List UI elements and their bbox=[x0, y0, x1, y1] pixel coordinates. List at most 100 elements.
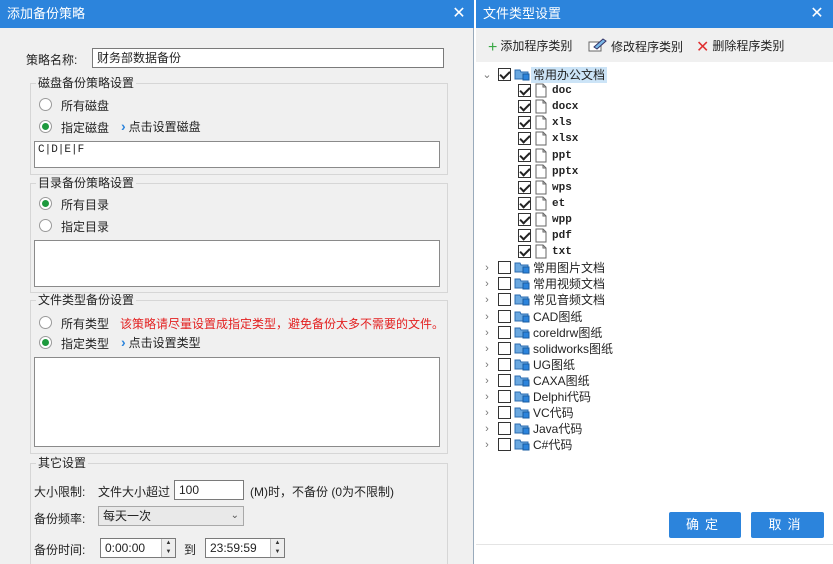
chevron-right-icon[interactable]: › bbox=[482, 358, 492, 372]
delete-category-button[interactable]: ✕ 删除程序类别 bbox=[696, 37, 784, 56]
specified-disks-radio[interactable] bbox=[39, 120, 52, 133]
ok-button[interactable]: 确定 bbox=[669, 512, 741, 538]
chevron-right-icon[interactable]: › bbox=[482, 261, 492, 275]
tree-node-label[interactable]: pptx bbox=[552, 164, 578, 180]
chevron-right-icon[interactable]: › bbox=[482, 406, 492, 420]
set-disks-link[interactable]: › 点击设置磁盘 bbox=[121, 118, 201, 135]
tree-node-label[interactable]: xlsx bbox=[552, 131, 578, 147]
tree-checkbox[interactable] bbox=[498, 309, 511, 323]
tree-node-label[interactable]: Delphi代码 bbox=[533, 389, 591, 405]
tree-checkbox[interactable] bbox=[498, 438, 511, 452]
tree-node-label[interactable]: pdf bbox=[552, 228, 572, 244]
tree-node-label[interactable]: xls bbox=[552, 115, 572, 131]
specified-dirs-radio[interactable] bbox=[39, 219, 52, 232]
tree-checkbox[interactable] bbox=[498, 390, 511, 403]
tree-checkbox[interactable] bbox=[518, 212, 531, 226]
all-types-radio[interactable] bbox=[39, 316, 52, 329]
tree-node-label[interactable]: txt bbox=[552, 244, 572, 260]
tree-node-child: xlsx bbox=[476, 131, 833, 147]
time-end-spinner[interactable]: ▲ ▼ bbox=[270, 539, 284, 557]
tree-node-label[interactable]: C#代码 bbox=[533, 437, 572, 453]
chevron-right-icon[interactable]: › bbox=[482, 293, 492, 307]
chevron-right-icon[interactable]: › bbox=[482, 390, 492, 404]
spin-down-icon[interactable]: ▼ bbox=[162, 548, 175, 557]
spin-up-icon[interactable]: ▲ bbox=[162, 539, 175, 548]
dir-list-field[interactable] bbox=[34, 240, 440, 287]
backup-frequency-select[interactable]: 每天一次 ⌄ bbox=[98, 506, 244, 526]
category-icon bbox=[514, 325, 530, 340]
chevron-right-icon[interactable]: › bbox=[482, 342, 492, 356]
tree-node-label[interactable]: 常见音频文档 bbox=[533, 292, 605, 308]
chevron-right-icon[interactable]: › bbox=[482, 310, 492, 324]
size-limit-prefix: 文件大小超过 bbox=[98, 485, 171, 499]
dir-group-title: 目录备份策略设置 bbox=[36, 176, 137, 191]
tree-node-label[interactable]: wpp bbox=[552, 212, 572, 228]
tree-checkbox[interactable] bbox=[498, 422, 511, 436]
tree-checkbox[interactable] bbox=[498, 68, 511, 81]
tree-checkbox[interactable] bbox=[498, 406, 511, 420]
tree-node-label[interactable]: 常用图片文档 bbox=[533, 260, 605, 276]
chevron-right-icon[interactable]: › bbox=[482, 374, 492, 388]
tree-node-label[interactable]: CAD图纸 bbox=[533, 309, 582, 325]
tree-checkbox[interactable] bbox=[518, 196, 531, 210]
tree-node-label[interactable]: Java代码 bbox=[533, 421, 582, 437]
file-type-settings-dialog: 文件类型设置 ✕ + 添加程序类别 修改程序类别 ✕ 删除程序类别 ⌄ 常用办公文档 d… bbox=[476, 0, 833, 564]
chevron-down-icon[interactable]: ⌄ bbox=[482, 68, 492, 82]
edit-category-label: 修改程序类别 bbox=[611, 40, 684, 54]
dialog-title: 添加备份策略 bbox=[0, 0, 474, 28]
type-list-field[interactable] bbox=[34, 357, 440, 447]
all-disks-radio[interactable] bbox=[39, 98, 52, 111]
close-icon[interactable]: ✕ bbox=[448, 0, 470, 28]
disk-list-field[interactable]: C|D|E|F bbox=[34, 141, 440, 168]
chevron-right-icon[interactable]: › bbox=[482, 438, 492, 452]
all-dirs-radio[interactable] bbox=[39, 197, 52, 210]
tree-checkbox[interactable] bbox=[518, 84, 531, 98]
set-types-link[interactable]: › 点击设置类型 bbox=[121, 334, 201, 351]
tree-checkbox[interactable] bbox=[498, 293, 511, 307]
spin-up-icon[interactable]: ▲ bbox=[271, 539, 284, 548]
tree-checkbox[interactable] bbox=[498, 325, 511, 339]
tree-checkbox[interactable] bbox=[518, 245, 531, 259]
size-limit-input[interactable]: 100 bbox=[174, 480, 244, 500]
tree-checkbox[interactable] bbox=[518, 148, 531, 162]
tree-node-label[interactable]: wps bbox=[552, 180, 572, 196]
specified-types-radio[interactable] bbox=[39, 336, 52, 349]
chevron-right-icon[interactable]: › bbox=[482, 422, 492, 436]
tree-node-label[interactable]: coreldrw图纸 bbox=[533, 325, 602, 341]
tree-checkbox[interactable] bbox=[498, 261, 511, 275]
close-icon[interactable]: ✕ bbox=[806, 0, 828, 28]
chevron-right-icon[interactable]: › bbox=[482, 326, 492, 340]
tree-checkbox[interactable] bbox=[498, 357, 511, 371]
tree-checkbox[interactable] bbox=[518, 100, 531, 114]
tree-node-label[interactable]: CAXA图纸 bbox=[533, 373, 590, 389]
time-end-input[interactable]: 23:59:59 ▲ ▼ bbox=[205, 538, 285, 558]
strategy-name-input[interactable]: 财务部数据备份 bbox=[92, 48, 444, 68]
tree-checkbox[interactable] bbox=[518, 229, 531, 242]
tree-node-label[interactable]: solidworks图纸 bbox=[533, 341, 613, 357]
tree-node-label[interactable]: 常用视频文档 bbox=[533, 276, 605, 292]
file-icon bbox=[534, 131, 548, 146]
tree-checkbox[interactable] bbox=[518, 164, 531, 178]
tree-node-label[interactable]: UG图纸 bbox=[533, 357, 575, 373]
time-start-spinner[interactable]: ▲ ▼ bbox=[161, 539, 175, 557]
tree-checkbox[interactable] bbox=[518, 180, 531, 194]
spin-down-icon[interactable]: ▼ bbox=[271, 548, 284, 557]
tree-checkbox[interactable] bbox=[498, 277, 511, 291]
type-warning-text: 该策略请尽量设置成指定类型，避免备份太多不需要的文件。 bbox=[120, 317, 445, 331]
tree-checkbox[interactable] bbox=[498, 341, 511, 355]
tree-checkbox[interactable] bbox=[498, 373, 511, 387]
tree-checkbox[interactable] bbox=[518, 116, 531, 130]
tree-checkbox[interactable] bbox=[518, 132, 531, 146]
edit-category-button[interactable]: 修改程序类别 bbox=[588, 37, 683, 56]
time-start-input[interactable]: 0:00:00 ▲ ▼ bbox=[100, 538, 176, 558]
tree-node-label[interactable]: ppt bbox=[552, 148, 572, 164]
tree-node-label[interactable]: 常用办公文档 bbox=[531, 67, 608, 83]
tree-node-label[interactable]: VC代码 bbox=[533, 405, 574, 421]
tree-node-label[interactable]: docx bbox=[552, 99, 578, 115]
cancel-button[interactable]: 取消 bbox=[751, 512, 824, 538]
add-category-button[interactable]: + 添加程序类别 bbox=[488, 37, 572, 56]
tree-node-label[interactable]: doc bbox=[552, 83, 572, 99]
chevron-right-icon[interactable]: › bbox=[482, 277, 492, 291]
file-icon bbox=[534, 244, 548, 259]
tree-node-label[interactable]: et bbox=[552, 196, 565, 212]
